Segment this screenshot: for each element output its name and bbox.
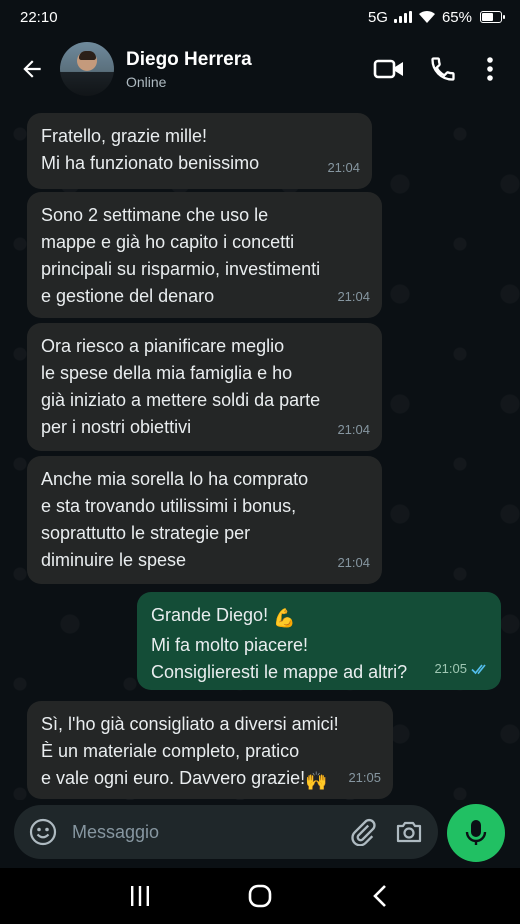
- signal-icon: [393, 11, 412, 23]
- avatar[interactable]: [60, 42, 114, 96]
- network-label: 5G: [367, 8, 388, 26]
- home-button[interactable]: [230, 874, 290, 918]
- wifi-icon: [418, 10, 435, 23]
- status-bar: 22:10 5G 65%: [0, 0, 520, 34]
- microphone-icon: [465, 820, 487, 845]
- message-time: 21:05: [348, 770, 381, 785]
- back-nav-button[interactable]: [350, 874, 410, 918]
- message-text: Anche mia sorella lo ha comprato e sta t…: [41, 469, 309, 570]
- back-button[interactable]: [10, 47, 54, 91]
- video-camera-icon: [373, 59, 403, 79]
- phone-icon: [431, 57, 455, 81]
- recent-apps-button[interactable]: [110, 874, 170, 918]
- message-bubble-outgoing[interactable]: Grande Diego! 💪 Mi fa molto piacere! Con…: [137, 592, 501, 690]
- contact-name: Diego Herrera: [126, 48, 252, 70]
- camera-icon: [396, 821, 422, 843]
- message-text: Sì, l'ho già consigliato a diversi amici…: [41, 711, 379, 795]
- message-bubble-incoming[interactable]: Ora riesco a pianificare meglio le spese…: [27, 323, 382, 451]
- contact-info[interactable]: Diego Herrera Online: [126, 49, 362, 90]
- more-options-button[interactable]: [470, 47, 510, 91]
- message-text-line: Grande Diego!: [151, 605, 269, 625]
- message-bubble-incoming[interactable]: Anche mia sorella lo ha comprato e sta t…: [27, 456, 382, 584]
- message-time: 21:05: [434, 661, 467, 676]
- voice-call-button[interactable]: [416, 47, 470, 91]
- message-bubble-incoming[interactable]: Sì, l'ho già consigliato a diversi amici…: [27, 701, 393, 799]
- message-bubble-incoming[interactable]: Fratello, grazie mille! Mi ha funzionato…: [27, 113, 372, 189]
- chevron-left-icon: [373, 885, 386, 907]
- contact-status: Online: [126, 73, 167, 90]
- smiley-icon: [29, 818, 57, 846]
- system-navigation-bar: [0, 868, 520, 924]
- message-bubble-incoming[interactable]: Sono 2 settimane che uso le mappe e già …: [27, 192, 382, 318]
- kebab-menu-icon: [487, 57, 493, 81]
- video-call-button[interactable]: [362, 47, 416, 91]
- message-text: Sono 2 settimane che uso le mappe e già …: [41, 205, 321, 306]
- message-text-rest: Mi fa molto piacere! Consiglieresti le m…: [151, 635, 408, 682]
- message-time: 21:04: [337, 289, 370, 304]
- voice-message-button[interactable]: [447, 804, 505, 862]
- message-time: 21:04: [337, 555, 370, 570]
- attach-button[interactable]: [346, 815, 380, 849]
- chat-header: Diego Herrera Online: [0, 34, 520, 104]
- back-arrow-icon: [23, 60, 41, 78]
- home-circle-icon: [248, 884, 272, 908]
- paperclip-icon: [351, 818, 376, 846]
- message-composer: [14, 805, 438, 859]
- raising-hands-emoji: 🙌: [305, 771, 328, 791]
- message-time-group: 21:05: [434, 655, 489, 682]
- status-icons: 5G 65%: [367, 8, 505, 26]
- flexed-biceps-emoji: 💪: [273, 608, 296, 628]
- message-time: 21:04: [337, 422, 370, 437]
- message-input[interactable]: [72, 821, 346, 843]
- message-text: Ora riesco a pianificare meglio le spese…: [41, 336, 321, 437]
- message-text: Fratello, grazie mille! Mi ha funzionato…: [41, 126, 260, 173]
- recent-apps-icon: [131, 886, 149, 906]
- emoji-button[interactable]: [26, 815, 60, 849]
- battery-percent: 65%: [441, 8, 472, 26]
- double-check-icon: [471, 663, 486, 674]
- message-text-main: Sì, l'ho già consigliato a diversi amici…: [41, 714, 339, 788]
- status-time: 22:10: [20, 8, 58, 26]
- battery-icon: [480, 11, 505, 23]
- message-time: 21:04: [327, 160, 360, 175]
- chat-area[interactable]: Fratello, grazie mille! Mi ha funzionato…: [0, 104, 520, 800]
- camera-button[interactable]: [392, 815, 426, 849]
- battery-level: [482, 13, 493, 21]
